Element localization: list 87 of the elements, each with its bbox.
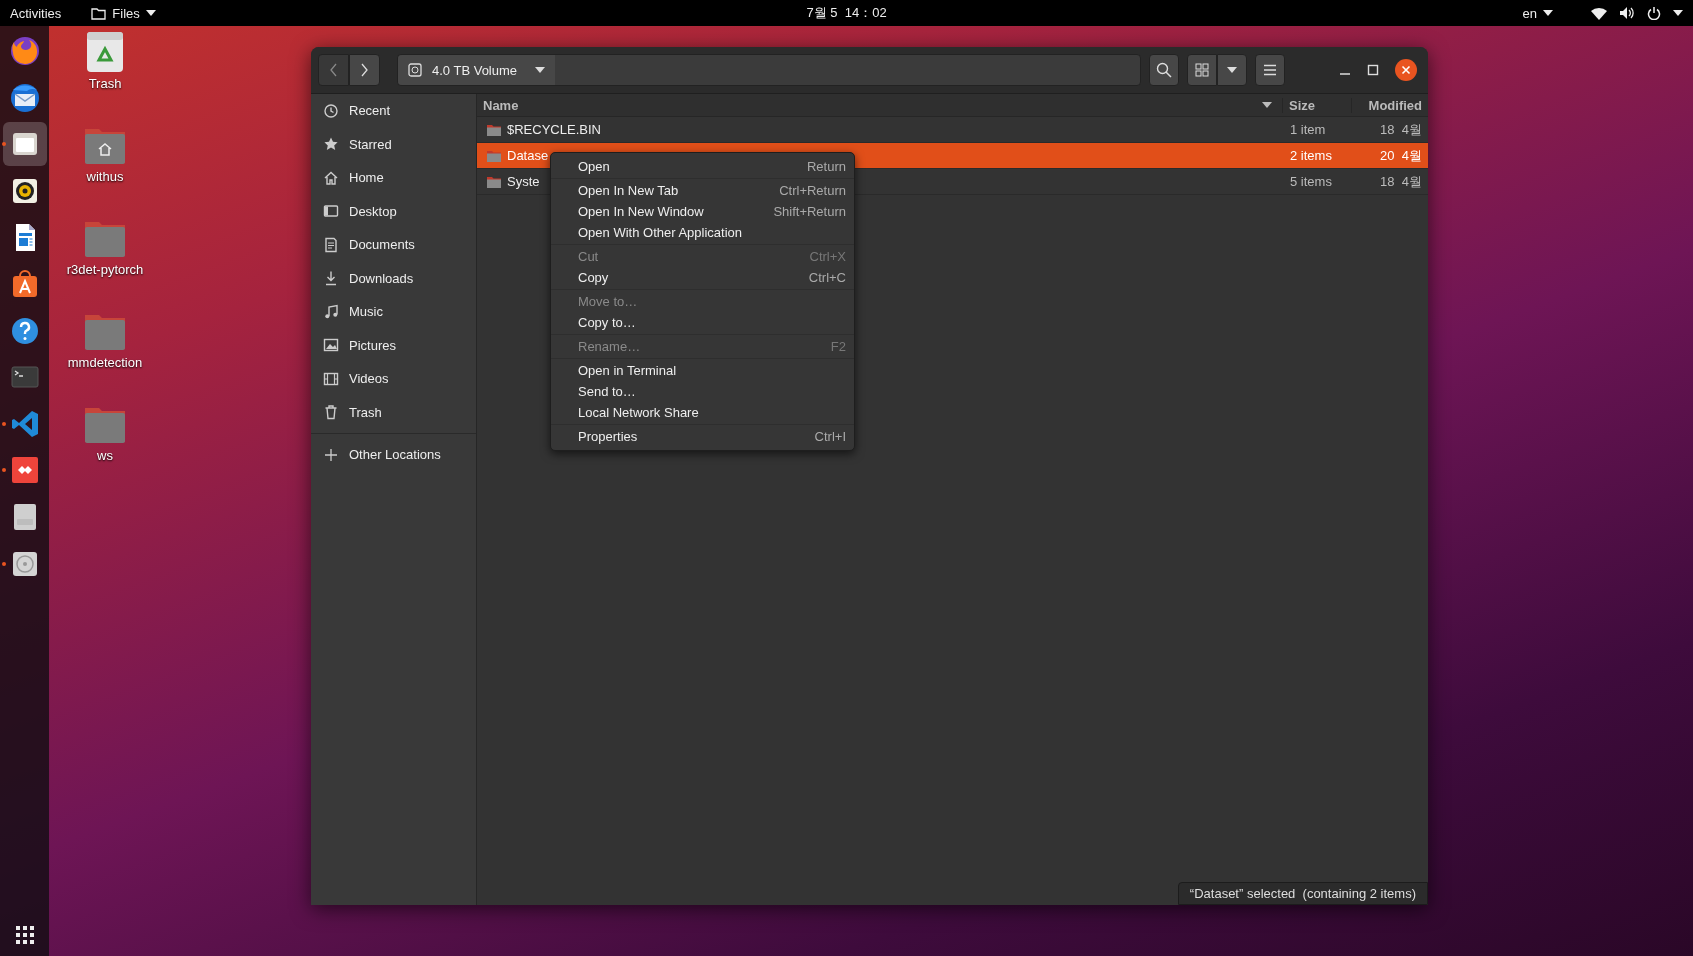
file-name: $RECYCLE.BIN (507, 122, 601, 137)
desktop-icon-label[interactable]: Trash (88, 76, 122, 91)
menu-item[interactable]: Send to… (551, 381, 854, 402)
path-bar[interactable]: 4.0 TB Volume (397, 54, 1141, 86)
folder-icon (487, 175, 501, 188)
picture-icon (323, 337, 339, 354)
download-icon (323, 270, 339, 287)
menu-item[interactable]: Open With Other Application (551, 222, 854, 243)
grid-view-button[interactable] (1187, 54, 1217, 86)
shortcut-label: F2 (830, 339, 846, 354)
grid-icon (1195, 63, 1209, 77)
location-button[interactable]: 4.0 TB Volume (398, 55, 556, 85)
folder-icon (487, 123, 501, 136)
sidebar-item[interactable]: Documents (311, 228, 476, 262)
caret-icon (535, 67, 546, 73)
menu-item[interactable]: Open in Terminal (551, 360, 854, 381)
sidebar-item[interactable]: Home (311, 161, 476, 195)
clock-icon (323, 102, 339, 119)
shortcut-label: Shift+Return (773, 204, 846, 219)
sidebar-item[interactable]: Downloads (311, 261, 476, 295)
folder-icon (487, 149, 501, 162)
sidebar-item[interactable]: Desktop (311, 194, 476, 228)
power-icon (1647, 6, 1661, 20)
sidebar-item[interactable]: Recent (311, 94, 476, 128)
caret-icon (1227, 67, 1237, 73)
forward-button[interactable] (349, 54, 380, 86)
sidebar-item[interactable]: Other Locations (311, 438, 476, 472)
menu-item[interactable]: Copy to… (551, 312, 854, 333)
menu-item[interactable]: Local Network Share (551, 402, 854, 423)
menu-item[interactable]: Properties Ctrl+I (551, 426, 854, 447)
plus-icon (323, 446, 339, 463)
file-name: Syste (507, 174, 540, 189)
trash-icon (323, 404, 339, 421)
desktop-icon-label[interactable]: ws (97, 448, 113, 463)
caret-icon (145, 10, 156, 16)
search-button[interactable] (1149, 54, 1179, 86)
star-icon (323, 136, 339, 153)
caret-icon (1673, 10, 1683, 16)
table-cell-text: 20 4월 (1379, 146, 1423, 165)
desktop-icon-label[interactable]: r3det-pytorch (66, 262, 144, 277)
close-icon[interactable] (1395, 59, 1417, 81)
chevron-icon (329, 63, 338, 77)
sidebar-item[interactable]: Music (311, 295, 476, 329)
activities-button[interactable]: Activities (10, 5, 62, 21)
shortcut-label: Ctrl+Return (779, 183, 846, 198)
sidebar-item[interactable]: Videos (311, 362, 476, 396)
table-cell-text: 18 4월 (1379, 172, 1423, 191)
column-header[interactable]: Name (477, 97, 1282, 113)
input-source[interactable]: en (1522, 5, 1537, 21)
column-header[interactable]: Modified (1351, 97, 1428, 113)
table-cell-text: 18 4월 (1379, 120, 1423, 139)
sidebar-item[interactable]: Pictures (311, 328, 476, 362)
chevron-icon (360, 63, 369, 77)
menu-item[interactable]: Copy Ctrl+C (551, 267, 854, 288)
wifi-icon (1591, 6, 1607, 20)
table-cell-text: 5 items (1289, 174, 1333, 189)
document-icon (323, 236, 339, 253)
file-name: Datase (507, 148, 549, 163)
search-icon (1156, 62, 1172, 78)
app-grid-icon[interactable] (15, 926, 34, 944)
folder-icon (91, 6, 107, 20)
sidebar-item[interactable]: Starred (311, 127, 476, 161)
clock[interactable]: 7월 5 14：02 (806, 4, 887, 22)
table-cell-text: 1 item (1289, 122, 1327, 137)
sidebar-item[interactable]: Trash (311, 395, 476, 429)
volume-icon (1619, 6, 1635, 20)
desktop-icon (323, 203, 339, 220)
menu-button[interactable] (1255, 54, 1285, 86)
home-icon (323, 169, 339, 186)
view-options-button[interactable] (1217, 54, 1247, 86)
desktop-icon-label[interactable]: withus (86, 169, 124, 184)
shortcut-label: Ctrl+C (808, 270, 846, 285)
film-icon (323, 370, 339, 387)
desktop-icon-label[interactable]: mmdetection (67, 355, 143, 370)
app-menu[interactable]: Files (112, 5, 140, 21)
shortcut-label: Ctrl+I (814, 429, 846, 444)
column-header[interactable]: Size (1282, 97, 1351, 113)
status-bar: “Dataset” selected (containing 2 items) (1177, 882, 1428, 905)
menu-item[interactable]: Open In New Window Shift+Return (551, 201, 854, 222)
caret-icon (1543, 10, 1553, 16)
music-note-icon (323, 303, 339, 320)
menu-icon (1263, 64, 1277, 76)
dock-item[interactable] (2, 122, 47, 167)
maximize-icon[interactable] (1367, 64, 1379, 76)
drive-icon (408, 63, 422, 77)
table-cell-text: 2 items (1289, 148, 1333, 163)
shortcut-label: Ctrl+X (809, 249, 846, 264)
